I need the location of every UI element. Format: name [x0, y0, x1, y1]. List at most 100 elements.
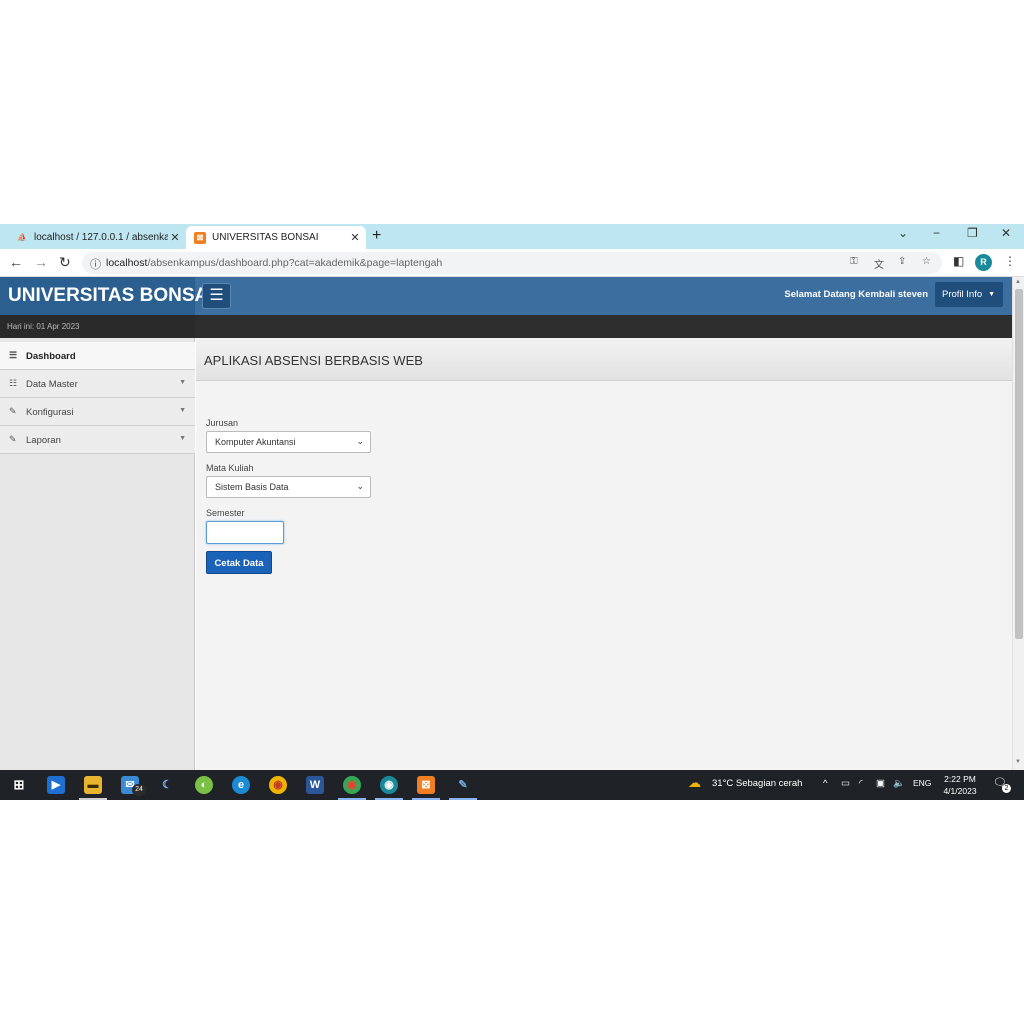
- hamburger-menu-icon[interactable]: ☰: [202, 283, 231, 309]
- mata-kuliah-select[interactable]: Sistem Basis Data ⌄: [206, 476, 371, 498]
- tab-search-icon[interactable]: ⌄: [898, 226, 908, 240]
- screen: ⛵ localhost / 127.0.0.1 / absenkamp ✕ ⊠ …: [0, 224, 1024, 800]
- chrome-profile-r-icon[interactable]: ◉: [380, 776, 398, 794]
- menu-dots-icon[interactable]: ⋮: [1004, 254, 1016, 268]
- running-indicator: [412, 798, 440, 800]
- pencil-icon: ✎: [9, 406, 17, 416]
- running-indicator: [375, 798, 403, 800]
- caret-down-icon: ▼: [988, 291, 995, 298]
- running-indicator: [338, 798, 366, 800]
- clock[interactable]: 2:22 PM 4/1/2023: [937, 773, 983, 797]
- edge-browser-icon[interactable]: e: [232, 776, 250, 794]
- file-explorer-icon[interactable]: ▬: [84, 776, 102, 794]
- chrome-profile-icon[interactable]: ◉: [343, 776, 361, 794]
- list-icon: ☰: [9, 350, 18, 360]
- cetak-data-button[interactable]: Cetak Data: [206, 551, 272, 574]
- translate-icon[interactable]: 文: [874, 256, 884, 271]
- phpmyadmin-icon: ⛵: [17, 233, 27, 242]
- app-green-icon[interactable]: ◐: [195, 776, 213, 794]
- mata-kuliah-label: Mata Kuliah: [206, 463, 254, 473]
- windows-start-icon[interactable]: ⊞: [10, 776, 28, 794]
- tab-phpmyadmin[interactable]: ⛵ localhost / 127.0.0.1 / absenkamp ✕: [8, 226, 186, 249]
- close-window-icon[interactable]: ✕: [1001, 226, 1011, 240]
- sub-header: Hari ini: 01 Apr 2023: [0, 315, 1012, 338]
- url-text: localhost/absenkampus/dashboard.php?cat=…: [106, 257, 443, 269]
- profile-info-label: Profil Info: [942, 289, 983, 300]
- site-info-icon[interactable]: ⓘ: [90, 256, 101, 272]
- sidebar-item-label: Dashboard: [26, 351, 76, 362]
- mail-badge: 24: [132, 784, 146, 796]
- scroll-up-icon[interactable]: ▲: [1015, 279, 1021, 285]
- notepad-icon[interactable]: ✎: [454, 776, 472, 794]
- profile-info-button[interactable]: Profil Info ▼: [935, 282, 1003, 307]
- chrome-browser-icon[interactable]: ◉: [269, 776, 287, 794]
- semester-input[interactable]: [206, 521, 284, 544]
- clock-time: 2:22 PM: [944, 774, 976, 784]
- forward-icon[interactable]: →: [34, 254, 48, 270]
- app-header: UNIVERSITAS BONSAI ☰ Selamat Datang Kemb…: [0, 277, 1012, 315]
- sidebar-item-laporan[interactable]: ✎ Laporan ▼: [0, 426, 195, 454]
- language-indicator[interactable]: ENG: [913, 778, 931, 788]
- main-content: APLIKASI ABSENSI BERBASIS WEB Jurusan Ko…: [196, 338, 1012, 770]
- caret-down-icon: ▼: [179, 379, 186, 386]
- semester-label: Semester: [206, 508, 245, 518]
- sidebar: ☰ Dashboard ☷ Data Master ▼ ✎ Konfiguras…: [0, 338, 195, 770]
- close-tab-icon[interactable]: ✕: [168, 231, 182, 244]
- wifi-icon[interactable]: ◜: [859, 778, 863, 789]
- tray-overflow-icon[interactable]: ^: [823, 778, 827, 789]
- mata-kuliah-value: Sistem Basis Data: [215, 482, 289, 492]
- profile-avatar[interactable]: R: [975, 254, 992, 271]
- page-scrollbar[interactable]: ▲ ▼: [1012, 277, 1024, 770]
- chevron-down-icon: ⌄: [356, 436, 364, 446]
- jurusan-select[interactable]: Komputer Akuntansi ⌄: [206, 431, 371, 453]
- xampp-icon[interactable]: ⊠: [417, 776, 435, 794]
- welcome-text: Selamat Datang Kembali steven: [784, 289, 928, 300]
- xampp-icon: ⊠: [194, 231, 206, 244]
- sidebar-item-dashboard[interactable]: ☰ Dashboard: [0, 342, 195, 370]
- jurusan-value: Komputer Akuntansi: [215, 437, 296, 447]
- clock-date: 4/1/2023: [943, 786, 977, 796]
- sidebar-item-label: Konfigurasi: [26, 407, 74, 418]
- back-icon[interactable]: ←: [9, 254, 23, 270]
- running-indicator: [449, 798, 477, 800]
- display-icon[interactable]: ▣: [876, 778, 885, 789]
- address-bar-row: ← → ↻ ⓘ localhost/absenkampus/dashboard.…: [0, 249, 1024, 277]
- side-panel-icon[interactable]: ◧: [953, 254, 964, 268]
- reload-icon[interactable]: ↻: [59, 254, 71, 271]
- running-indicator: [79, 798, 107, 800]
- close-tab-icon[interactable]: ✕: [348, 231, 362, 244]
- sidebar-item-data-master[interactable]: ☷ Data Master ▼: [0, 370, 195, 398]
- battery-icon[interactable]: ▭: [841, 778, 850, 789]
- snip-tool-icon[interactable]: ☾: [158, 776, 176, 794]
- list-icon: ☷: [9, 378, 18, 388]
- chevron-down-icon: ⌄: [356, 481, 364, 491]
- tab-universitas-bonsai[interactable]: ⊠ UNIVERSITAS BONSAI ✕: [186, 226, 366, 249]
- word-icon[interactable]: W: [306, 776, 324, 794]
- jurusan-label: Jurusan: [206, 418, 239, 428]
- bookmark-star-icon[interactable]: ☆: [922, 256, 931, 267]
- today-date: Hari ini: 01 Apr 2023: [7, 322, 80, 331]
- brand-title[interactable]: UNIVERSITAS BONSAI: [0, 277, 214, 315]
- weather-icon[interactable]: ☁: [688, 775, 701, 791]
- weather-text[interactable]: 31°C Sebagian cerah: [712, 778, 802, 789]
- sidebar-item-konfigurasi[interactable]: ✎ Konfigurasi ▼: [0, 398, 195, 426]
- scroll-down-icon[interactable]: ▼: [1015, 759, 1021, 765]
- page-title: APLIKASI ABSENSI BERBASIS WEB: [204, 353, 423, 368]
- caret-down-icon: ▼: [179, 407, 186, 414]
- new-tab-icon[interactable]: +: [372, 227, 381, 245]
- volume-icon[interactable]: 🔈: [893, 778, 905, 789]
- sidebar-item-label: Data Master: [26, 379, 78, 390]
- windows-taskbar: ⊞ ▶ ▬ ✉ 24 ☾ ◐ e ◉ W ◉ ◉ ⊠ ✎ ☁ 31°C Seba…: [0, 770, 1024, 800]
- minimize-icon[interactable]: −: [933, 226, 940, 240]
- pencil-icon: ✎: [9, 434, 17, 444]
- media-player-icon[interactable]: ▶: [47, 776, 65, 794]
- share-icon[interactable]: ⇪: [898, 256, 906, 267]
- sidebar-item-label: Laporan: [26, 435, 61, 446]
- restore-icon[interactable]: ❐: [967, 226, 978, 240]
- key-icon[interactable]: ⚿: [850, 256, 858, 267]
- tab-label: localhost / 127.0.0.1 / absenkamp: [34, 232, 168, 243]
- url-input[interactable]: ⓘ localhost/absenkampus/dashboard.php?ca…: [82, 252, 942, 274]
- scrollbar-thumb[interactable]: [1015, 289, 1023, 639]
- notification-count: 2: [1002, 784, 1011, 793]
- browser-tab-strip: ⛵ localhost / 127.0.0.1 / absenkamp ✕ ⊠ …: [0, 224, 1024, 249]
